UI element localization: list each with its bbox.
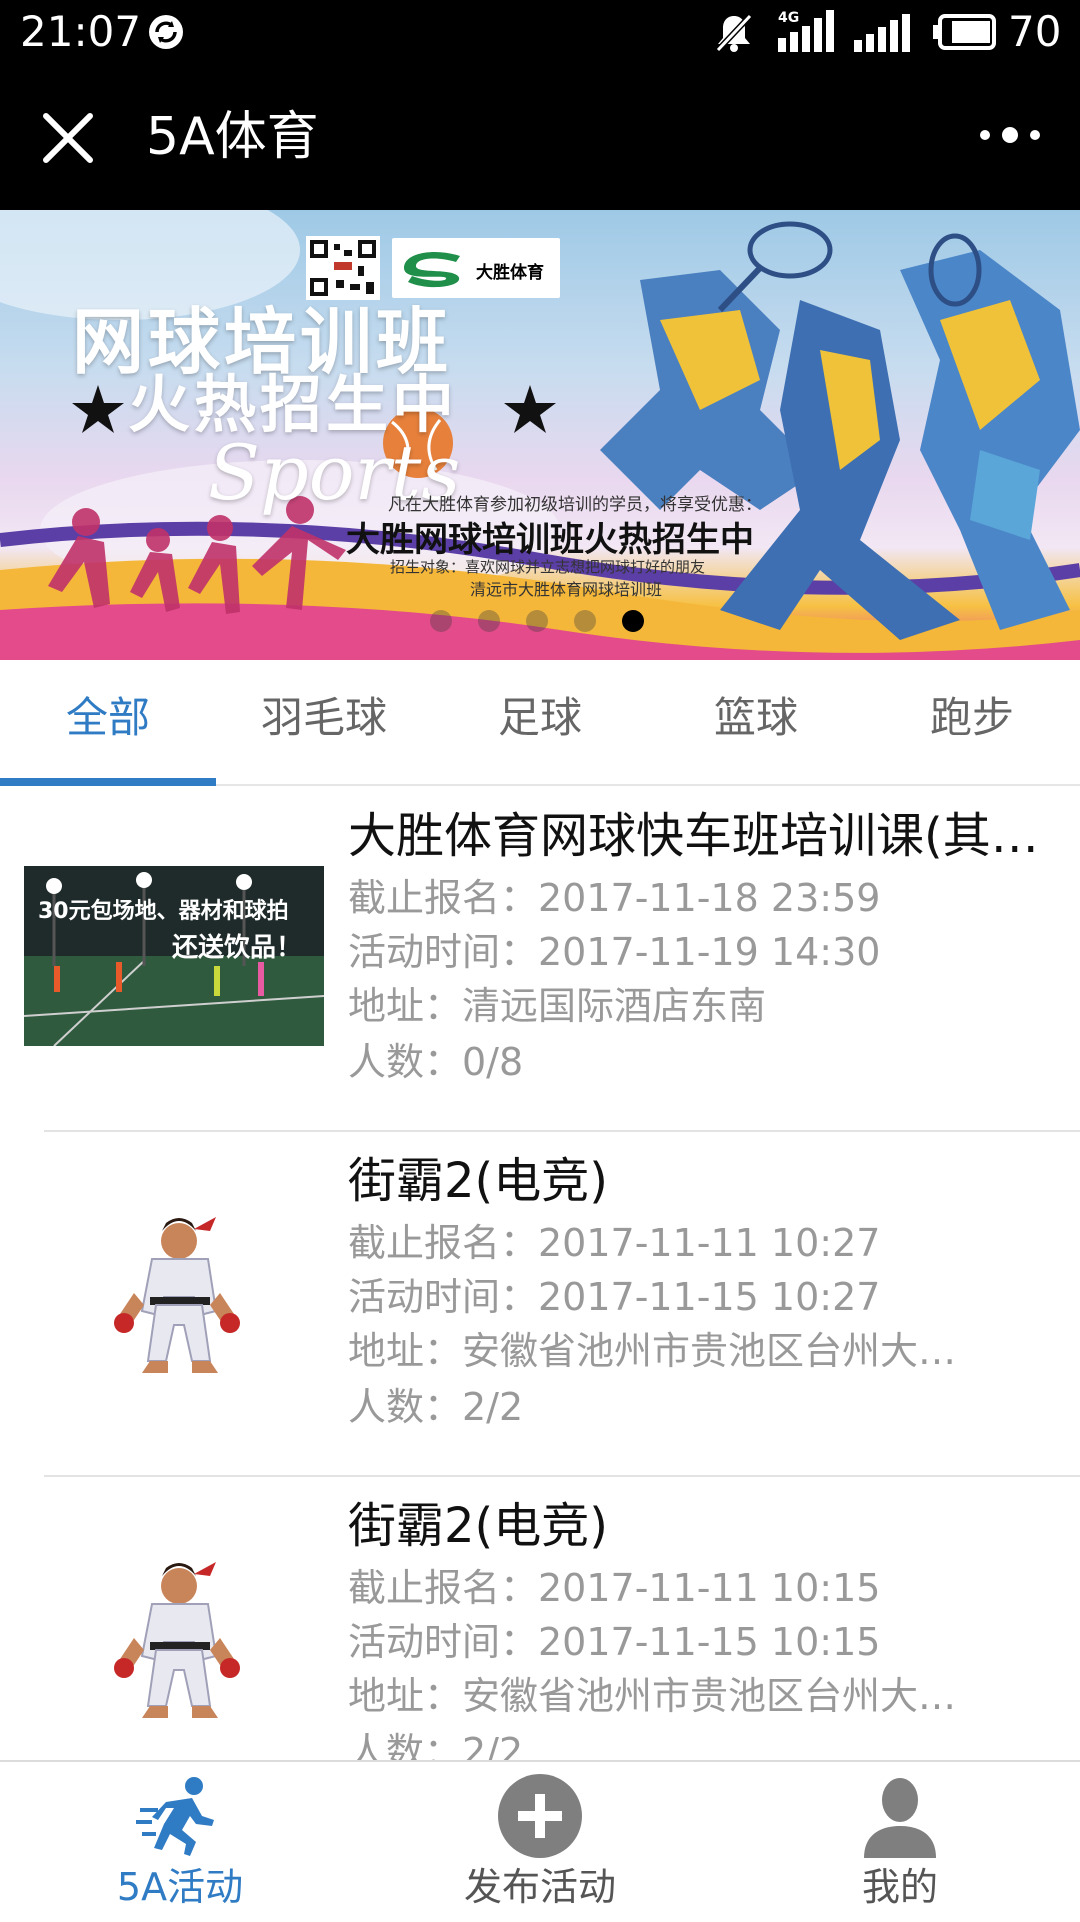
activity-time: 活动时间：2017-11-15 10:27 — [348, 1275, 881, 1319]
tennis-court-photo: 30元包场地、器材和球拍还送饮品！ — [23, 866, 325, 1047]
activity-address: 地址：清远国际酒店东南 — [348, 984, 767, 1028]
qr-code-icon — [306, 236, 380, 300]
activity-title: 街霸2(电竞) — [348, 1153, 608, 1209]
more-icon[interactable] — [975, 115, 1045, 155]
active-tab-indicator — [0, 778, 216, 786]
nav-item-2[interactable]: 我的 — [720, 1762, 1080, 1922]
activity-people: 人数：0/8 — [348, 1040, 524, 1084]
battery-icon — [933, 14, 996, 50]
sync-icon — [149, 15, 183, 49]
carousel-dot[interactable] — [622, 610, 644, 632]
banner-target-line: 招生对象：喜欢网球并立志想把网球打好的朋友 — [390, 558, 706, 576]
activity-deadline: 截止报名：2017-11-11 10:15 — [348, 1566, 881, 1610]
activity-deadline: 截止报名：2017-11-18 23:59 — [348, 876, 881, 920]
logo-text: 大胜体育 — [476, 263, 544, 283]
activity-time: 活动时间：2017-11-19 14:30 — [348, 930, 881, 974]
tab-2[interactable]: 足球 — [432, 660, 648, 784]
activity-address: 地址：安徽省池州市贵池区台州大… — [348, 1674, 957, 1718]
tab-0[interactable]: 全部 — [0, 660, 216, 784]
tab-3[interactable]: 篮球 — [648, 660, 864, 784]
fighter-image — [24, 1201, 324, 1391]
logo-mark-icon — [404, 252, 460, 288]
mute-bell-icon — [715, 13, 753, 53]
activity-thumbnail: 30元包场地、器材和球拍还送饮品！ — [23, 866, 325, 1050]
carousel-dot[interactable] — [574, 610, 596, 632]
signal-icon — [854, 14, 910, 52]
tab-1[interactable]: 羽毛球 — [216, 660, 432, 784]
activity-title: 大胜体育网球快车班培训课(其… — [348, 808, 1039, 864]
thumb-line1: 30元包场地、器材和球拍 — [38, 898, 289, 924]
activity-thumbnail — [24, 1546, 324, 1740]
activity-people: 人数：2/2 — [348, 1385, 524, 1429]
user-icon — [856, 1772, 944, 1860]
app-header: 5A体育 — [0, 65, 1080, 210]
activity-item[interactable]: 30元包场地、器材和球拍还送饮品！ 大胜体育网球快车班培训课(其… 截止报名：201… — [0, 786, 1080, 1132]
carousel-dots — [430, 606, 660, 636]
banner-org-line: 清远市大胜体育网球培训班 — [470, 580, 663, 599]
sponsor-logo: 大胜体育 — [392, 238, 560, 298]
svg-text:4G: 4G — [778, 10, 799, 26]
activity-thumbnail — [24, 1201, 324, 1395]
activity-address: 地址：安徽省池州市贵池区台州大… — [348, 1329, 957, 1373]
nav-label: 我的 — [861, 1865, 938, 1909]
fighter-image — [24, 1546, 324, 1736]
activity-list: 30元包场地、器材和球拍还送饮品！ 大胜体育网球快车班培训课(其… 截止报名：201… — [0, 786, 1080, 1760]
activity-item[interactable]: 街霸2(电竞) 截止报名：2017-11-11 10:27 活动时间：2017-11… — [0, 1131, 1080, 1477]
close-icon[interactable] — [40, 110, 96, 166]
signal-4g-icon: 4G — [778, 10, 834, 52]
nav-item-1[interactable]: 发布活动 — [360, 1762, 720, 1922]
plus-circle-icon — [496, 1772, 584, 1860]
activity-time: 活动时间：2017-11-15 10:15 — [348, 1620, 881, 1664]
category-tabs: 全部 羽毛球 足球 篮球 跑步 — [0, 660, 1080, 786]
promo-banner[interactable]: 大胜体育 网球培训班 火热招生中 Sports 凡在大胜体育参加初级培训的学员，… — [0, 210, 1080, 660]
nav-label: 5A活动 — [116, 1865, 244, 1909]
activity-deadline: 截止报名：2017-11-11 10:27 — [348, 1221, 881, 1265]
carousel-dot[interactable] — [526, 610, 548, 632]
tab-4[interactable]: 跑步 — [864, 660, 1080, 784]
banner-big-line: 大胜网球培训班火热招生中 — [346, 520, 754, 560]
status-time: 21:07 — [20, 7, 142, 56]
runner-icon — [136, 1772, 224, 1860]
page-title: 5A体育 — [146, 107, 319, 167]
bottom-nav: 5A活动 发布活动 我的 — [0, 1760, 1080, 1922]
battery-level: 70 — [1008, 7, 1062, 56]
nav-label: 发布活动 — [463, 1865, 616, 1909]
nav-item-0[interactable]: 5A活动 — [0, 1762, 360, 1922]
status-bar: 21:07 4G 70 — [0, 0, 1080, 65]
activity-people: 人数：2/2 — [348, 1730, 524, 1760]
carousel-dot[interactable] — [478, 610, 500, 632]
activity-item[interactable]: 街霸2(电竞) 截止报名：2017-11-11 10:15 活动时间：2017-11… — [0, 1476, 1080, 1760]
activity-title: 街霸2(电竞) — [348, 1498, 608, 1554]
thumb-line2: 还送饮品！ — [172, 933, 302, 963]
carousel-dot[interactable] — [430, 610, 452, 632]
